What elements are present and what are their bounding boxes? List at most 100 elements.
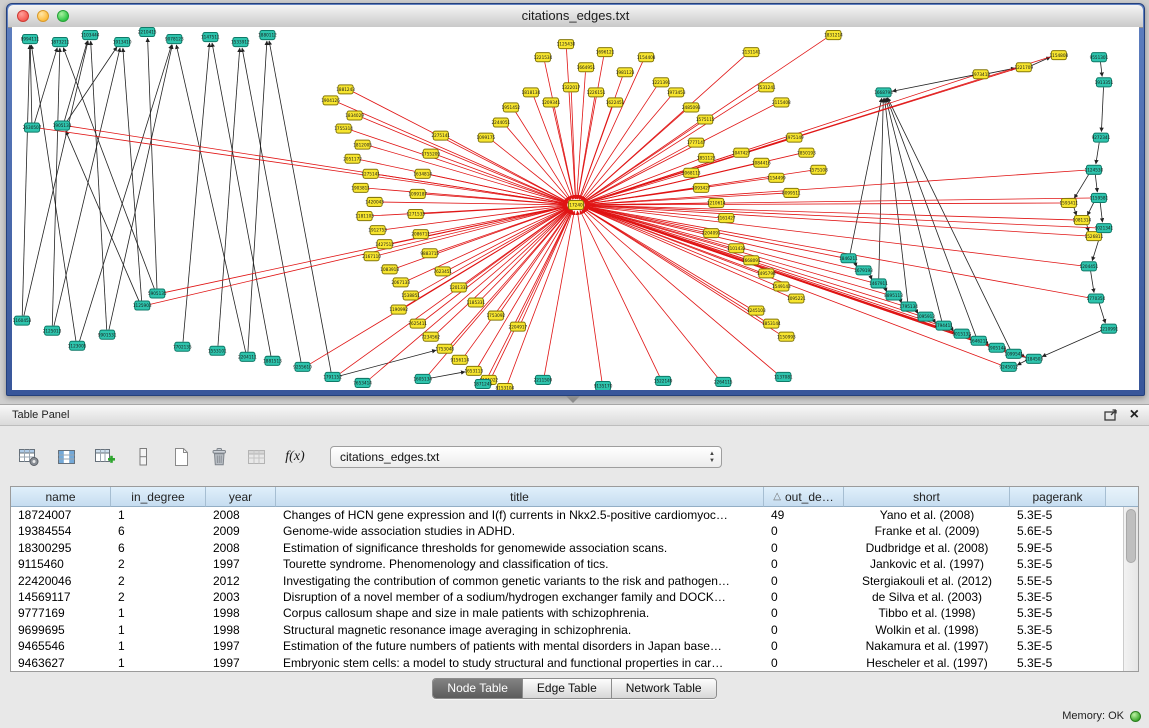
graph-node[interactable]: 9135170 — [594, 381, 613, 390]
float-panel-icon[interactable] — [1104, 409, 1118, 421]
table-row[interactable]: 977716911998Corpus callosum shape and si… — [11, 605, 1138, 621]
graph-node[interactable]: 8153104 — [496, 383, 515, 390]
graph-node[interactable]: 1160453 — [13, 316, 32, 325]
graph-node[interactable]: 2211509 — [534, 375, 553, 384]
graph-node[interactable]: 17240 — [568, 200, 583, 209]
graph-node[interactable]: 1161427 — [717, 214, 736, 223]
graph-node[interactable]: 1047427 — [732, 148, 751, 157]
graph-node[interactable]: 1154499 — [767, 173, 786, 182]
graph-node[interactable]: 1646211 — [969, 336, 988, 345]
minimize-window-button[interactable] — [37, 10, 49, 22]
graph-node[interactable]: 7625411 — [408, 319, 427, 328]
graph-node[interactable]: 1210614 — [707, 198, 726, 207]
graph-node[interactable]: 1221391 — [652, 78, 671, 87]
table-row[interactable]: 946362711997Embryonic stem cells: a mode… — [11, 655, 1138, 671]
graph-node[interactable]: 1755314 — [334, 124, 353, 133]
create-column-button[interactable] — [90, 443, 120, 471]
column-header-in-degree[interactable]: in_degree — [111, 487, 206, 507]
graph-node[interactable]: 1420043 — [365, 197, 384, 206]
table-row[interactable]: 1456911722003Disruption of a novel membe… — [11, 589, 1138, 605]
graph-node[interactable]: 1099175 — [476, 133, 495, 142]
graph-node[interactable]: 2125013 — [43, 326, 62, 335]
graph-node[interactable]: 1271533 — [406, 210, 425, 219]
graph-node[interactable]: 1184503 — [1024, 354, 1043, 363]
graph-node[interactable]: 8099511 — [782, 188, 801, 197]
graph-node[interactable]: 7623451 — [433, 267, 452, 276]
table-vertical-scrollbar[interactable] — [1123, 507, 1138, 671]
graph-node[interactable]: 7653414 — [353, 378, 372, 387]
graph-node[interactable]: 1221534 — [534, 53, 553, 62]
graph-node[interactable]: 5905135 — [148, 289, 167, 298]
column-header-short[interactable]: short — [844, 487, 1010, 507]
tab-edge-table[interactable]: Edge Table — [523, 679, 612, 698]
graph-node[interactable]: 1871245 — [473, 379, 492, 388]
graph-node[interactable]: 1973453 — [667, 88, 686, 97]
graph-node[interactable]: 1981123 — [616, 68, 635, 77]
graph-node[interactable]: 2067133 — [391, 278, 410, 287]
graph-node[interactable]: 1653113 — [464, 366, 483, 375]
graph-node[interactable]: 7531241 — [757, 83, 776, 92]
graph-node[interactable]: 1190992 — [389, 305, 408, 314]
graph-node[interactable]: 2068113 — [682, 168, 701, 177]
graph-node[interactable]: 1668794 — [874, 88, 893, 97]
table-row[interactable]: 1830029562008Estimation of significance … — [11, 540, 1138, 556]
graph-node[interactable]: 1125430 — [557, 40, 576, 49]
column-header-out-degree[interactable]: △ out_de… — [764, 487, 844, 507]
graph-node[interactable]: 1605134 — [413, 374, 432, 383]
table-row[interactable]: 2242004622012Investigating the contribut… — [11, 573, 1138, 589]
graph-node[interactable]: 7850193 — [797, 148, 816, 157]
graph-node[interactable]: 1881513 — [263, 356, 282, 365]
graph-node[interactable]: 1903811 — [351, 183, 370, 192]
graph-node[interactable]: 1125903 — [133, 301, 152, 310]
graph-node[interactable]: 1973413 — [971, 70, 990, 79]
graph-node[interactable]: 1221709 — [1014, 63, 1033, 72]
column-header-title[interactable]: title — [276, 487, 764, 507]
graph-node[interactable]: 2264115 — [714, 377, 733, 386]
graph-node[interactable]: 1831214 — [824, 31, 843, 40]
graph-node[interactable]: 9883715 — [420, 249, 439, 258]
close-window-button[interactable] — [17, 10, 29, 22]
graph-node[interactable]: 1834029 — [345, 111, 364, 120]
table-row[interactable]: 1872400712008Changes of HCN gene express… — [11, 507, 1138, 523]
graph-node[interactable]: 1081314 — [1073, 216, 1092, 225]
graph-node[interactable]: 1905133 — [53, 121, 72, 130]
graph-node[interactable]: 1549143 — [772, 282, 791, 291]
graph-node[interactable]: 9156114 — [450, 355, 469, 364]
graph-node[interactable]: 1753048 — [435, 344, 454, 353]
graph-node[interactable]: 2630507 — [23, 123, 42, 132]
graph-node[interactable]: 2115408 — [772, 98, 791, 107]
graph-node[interactable]: 9901531 — [98, 330, 117, 339]
graph-node[interactable]: 1696121 — [596, 48, 615, 57]
graph-node[interactable]: 1185331 — [466, 298, 485, 307]
graph-node[interactable]: 2485093 — [682, 103, 701, 112]
graph-node[interactable]: 1553101 — [208, 346, 227, 355]
graph-node[interactable]: 1818134 — [522, 88, 541, 97]
graph-node[interactable]: 1021341 — [1095, 224, 1114, 233]
graph-node[interactable]: 1522149 — [654, 376, 673, 385]
graph-node[interactable]: 1851123 — [697, 153, 716, 162]
graph-node[interactable]: 1664951 — [577, 63, 596, 72]
graph-node[interactable]: 1622451 — [606, 98, 625, 107]
graph-node[interactable]: 1575108 — [809, 165, 828, 174]
graph-node[interactable]: 1881243 — [336, 85, 355, 94]
graph-node[interactable]: 1147511 — [201, 33, 220, 42]
graph-node[interactable]: 1322017 — [562, 83, 581, 92]
scrollbar-thumb[interactable] — [1126, 509, 1136, 563]
graph-node[interactable]: 1975149 — [785, 133, 804, 142]
graph-node[interactable]: 1201332 — [449, 283, 468, 292]
graph-node[interactable]: 1103444 — [81, 31, 100, 40]
graph-node[interactable]: 2131141 — [742, 48, 761, 57]
graph-node[interactable]: 1770354 — [1087, 294, 1106, 303]
graph-node[interactable]: 1137081 — [774, 372, 793, 381]
show-columns-button[interactable] — [52, 443, 82, 471]
graph-node[interactable]: 8994111 — [21, 35, 40, 44]
zoom-window-button[interactable] — [57, 10, 69, 22]
graph-node[interactable]: 2051172 — [343, 154, 362, 163]
graph-node[interactable]: 1794411 — [934, 321, 953, 330]
graph-node[interactable]: 1226151 — [587, 88, 606, 97]
graph-node[interactable]: 1777147 — [687, 138, 706, 147]
graph-node[interactable]: 1093427 — [692, 183, 711, 192]
network-canvas[interactable]: 1724018812431904126183402917553141812005… — [12, 27, 1139, 390]
table-row[interactable]: 946554611997Estimation of the future num… — [11, 638, 1138, 654]
function-builder-button[interactable]: f(x) — [280, 443, 310, 471]
